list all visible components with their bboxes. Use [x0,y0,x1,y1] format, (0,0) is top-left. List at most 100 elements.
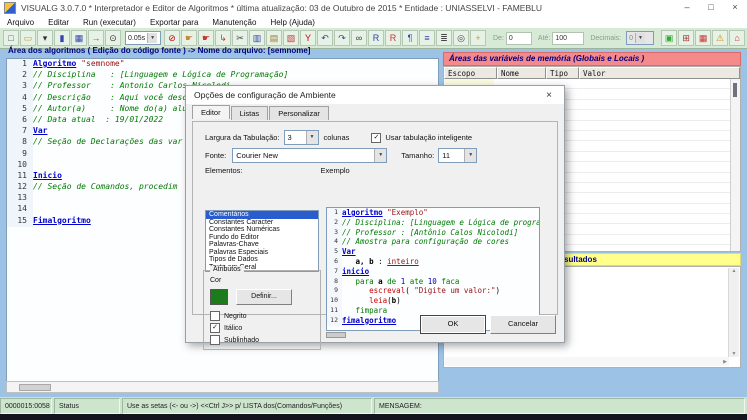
menu-arquivo[interactable]: Arquivo [0,18,41,27]
save-button[interactable]: ▮ [54,30,70,46]
scroll-down-icon[interactable]: ▼ [732,351,737,357]
line-number: 14 [7,204,33,216]
element-item[interactable]: Tipos de Dados [206,256,318,264]
open-file-dropdown[interactable]: ▾ [37,30,53,46]
step-run-button[interactable]: → [88,30,104,46]
ok-button[interactable]: OK [420,315,486,334]
line-number: 7 [7,126,33,138]
code-line: 4// Amostra para configuração de cores [327,237,539,248]
calculator-button[interactable]: ⊞ [678,30,695,46]
print-button[interactable]: ≣ [436,30,452,46]
italic-checkbox[interactable]: ✓ [210,323,220,333]
decimais-select[interactable]: 0 ▼ [626,31,655,45]
search-wand-button[interactable]: + [470,30,486,46]
element-item[interactable]: Constantes Numéricas [206,226,318,234]
scrollbar-thumb[interactable] [733,83,737,97]
paste-special-button[interactable]: ▧ [283,30,299,46]
smart-tab-checkbox[interactable]: ✓ [371,132,382,143]
indent-button[interactable]: ≡ [419,30,435,46]
element-item[interactable]: Palavras Especiais [206,249,318,257]
element-item[interactable]: Palavras-Chave [206,241,318,249]
tab-width-row: Largura da Tabulação: 3 ▼ colunas ✓ Usar… [205,130,547,145]
menu-exportar-para[interactable]: Exportar para [143,18,205,27]
menu-help-ajuda-[interactable]: Help (Ajuda) [263,18,321,27]
underline-checkbox[interactable] [210,335,220,345]
element-item[interactable]: Fundo do Editor [206,234,318,242]
elements-listbox[interactable]: Comentários Constantes Caracter Constantes… [205,210,319,272]
paste-button[interactable]: ▤ [266,30,282,46]
toolbar-group-file: □ ▭ ▾ ▮ ▦ → ⊙ [3,30,122,46]
new-file-button[interactable]: □ [3,30,19,46]
tab-listas[interactable]: Listas [230,106,269,120]
cursor-position: 0000015:0058 [0,398,52,414]
config-dialog: Opções de configuração de Ambiente × Edi… [185,85,565,350]
vars-column-tipo[interactable]: Tipo [546,67,579,79]
tab-editor[interactable]: Editor [192,105,230,119]
find-next-button[interactable]: R [368,30,384,46]
vars-column-valor[interactable]: Valor [579,67,740,79]
menu-manuten-o[interactable]: Manutenção [205,18,263,27]
dialog-close-button[interactable]: × [534,90,564,101]
scroll-right-icon[interactable]: ▶ [723,359,727,365]
define-color-button[interactable]: Definir... [236,289,292,305]
window-title: VISUALG 3.0.7.0 * Interpretador e Editor… [21,3,542,13]
size-label: Tamanho: [401,151,435,160]
scroll-up-icon[interactable]: ▲ [732,268,737,274]
bold-checkbox[interactable] [210,311,220,321]
editor-horizontal-scrollbar[interactable] [6,381,439,393]
results-horizontal-scrollbar[interactable]: ▶ [445,357,729,366]
variables-panel-title: Áreas das variáveis de memória (Globais … [443,52,741,66]
vars-column-escopo[interactable]: Escopo [444,67,497,79]
redo-button[interactable]: ↷ [334,30,350,46]
example-scrollbar-thumb[interactable] [326,332,346,338]
minimize-button[interactable]: – [675,0,699,16]
element-item[interactable]: Constantes Caracter [206,219,318,227]
line-number: 3 [7,81,33,93]
copy-button[interactable]: ▥ [249,30,265,46]
size-select[interactable]: 11 ▼ [438,148,478,163]
ate-input[interactable]: 100 [552,31,585,45]
line-number: 9 [327,286,342,297]
breakpoint-button[interactable]: ☛ [198,30,214,46]
warning-button[interactable]: ⚠ [712,30,729,46]
stop-button[interactable]: ⊘ [164,30,180,46]
speed-select[interactable]: 0.05s ▼ [125,31,161,45]
cut-button[interactable]: ✂ [232,30,248,46]
menu-run-executar-[interactable]: Run (executar) [76,18,143,27]
vars-vertical-scrollbar[interactable] [730,79,740,251]
syntax-check-button[interactable]: Y [300,30,316,46]
de-input[interactable]: 0 [505,31,532,45]
dialog-title: Opções de configuração de Ambiente [194,90,336,100]
decimais-label: Decimais: [590,34,622,42]
show-variables-button[interactable]: ▦ [71,30,87,46]
maximize-button[interactable]: □ [699,0,723,16]
vars-column-nome[interactable]: Nome [497,67,546,79]
run-to-cursor-button[interactable]: ↳ [215,30,231,46]
timer-button[interactable]: ⊙ [105,30,121,46]
elements-label: Elementos: [205,166,243,175]
print-preview-button[interactable]: ◎ [453,30,469,46]
exit-button[interactable]: ⌂ [729,30,746,46]
font-select[interactable]: Courier New ▼ [232,148,388,163]
results-vertical-scrollbar[interactable]: ▲ ▼ [728,268,739,357]
scrollbar-thumb[interactable] [19,384,51,391]
menu-editar[interactable]: Editar [41,18,76,27]
visualg-window: VISUALG 3.0.7.0 * Interpretador e Editor… [0,0,747,420]
find-button[interactable]: ∞ [351,30,367,46]
titlebar: VISUALG 3.0.7.0 * Interpretador e Editor… [0,0,747,17]
dialog-titlebar: Opções de configuração de Ambiente × [186,86,564,104]
goto-line-button[interactable]: ¶ [402,30,418,46]
dialog-tabs: Editor Listas Personalizar [192,105,330,120]
pointer-button[interactable]: ☛ [181,30,197,46]
grid-button[interactable]: ▦ [695,30,712,46]
undo-button[interactable]: ↶ [317,30,333,46]
element-item[interactable]: Comentários [206,211,318,219]
tab-personalizar[interactable]: Personalizar [269,106,329,120]
picture-button[interactable]: ▣ [661,30,678,46]
open-file-button[interactable]: ▭ [20,30,36,46]
tab-width-select[interactable]: 3 ▼ [283,130,319,145]
close-button[interactable]: × [723,0,747,16]
toolbar-group-edit: ⊘ ☛ ☛ ↳ ✂ ▥ ▤ ▧ Y ↶ ↷ ∞ R R ¶ ≡ ≣ ◎ + [164,30,487,46]
replace-button[interactable]: R [385,30,401,46]
cancel-button[interactable]: Cancelar [490,315,556,334]
